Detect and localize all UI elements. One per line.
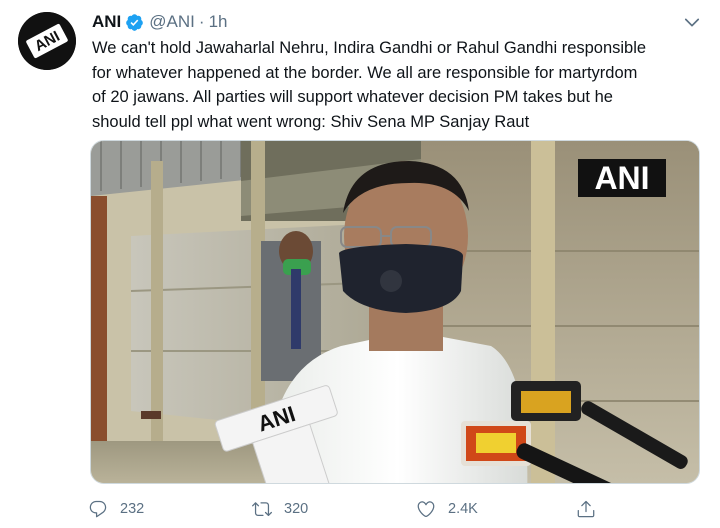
avatar[interactable]: ANI — [18, 12, 76, 70]
chevron-down-icon[interactable] — [682, 12, 702, 32]
like-count: 2.4K — [448, 501, 478, 517]
user-handle[interactable]: @ANI — [149, 12, 195, 32]
share-icon — [577, 500, 595, 518]
ani-watermark: ANI — [594, 160, 649, 196]
ani-logo-icon: ANI — [18, 12, 76, 70]
tweet-text-line: for whatever happened at the border. We … — [92, 63, 638, 82]
reply-count: 232 — [120, 501, 145, 517]
reply-button[interactable]: 232 — [88, 494, 144, 524]
timestamp[interactable]: 1h — [209, 12, 228, 32]
tweet-text: We can't hold Jawaharlal Nehru, Indira G… — [92, 36, 704, 134]
tweet-media-photo[interactable]: ANI ANI — [90, 140, 700, 484]
verified-badge-icon — [125, 13, 144, 32]
tweet-text-line: We can't hold Jawaharlal Nehru, Indira G… — [92, 39, 647, 57]
share-button[interactable] — [576, 494, 608, 524]
heart-icon — [417, 501, 435, 518]
reply-icon — [89, 500, 107, 518]
tweet-card[interactable]: ANI ANI @ANI · 1h We can't hold Jawaharl… — [0, 0, 720, 528]
tweet-header: ANI @ANI · 1h — [92, 10, 227, 34]
retweet-button[interactable]: 320 — [252, 494, 308, 524]
tweet-text-line: should tell ppl what went wrong: Shiv Se… — [92, 112, 530, 131]
tweet-text-line: of 20 jawans. All parties will support w… — [92, 88, 613, 106]
tweet-actions: 232 320 2.4K — [88, 494, 708, 524]
like-button[interactable]: 2.4K — [416, 494, 478, 524]
retweet-icon — [252, 502, 272, 517]
display-name[interactable]: ANI — [92, 12, 121, 32]
separator-dot: · — [198, 12, 205, 31]
news-photo: ANI ANI — [91, 141, 699, 483]
retweet-count: 320 — [284, 501, 309, 517]
